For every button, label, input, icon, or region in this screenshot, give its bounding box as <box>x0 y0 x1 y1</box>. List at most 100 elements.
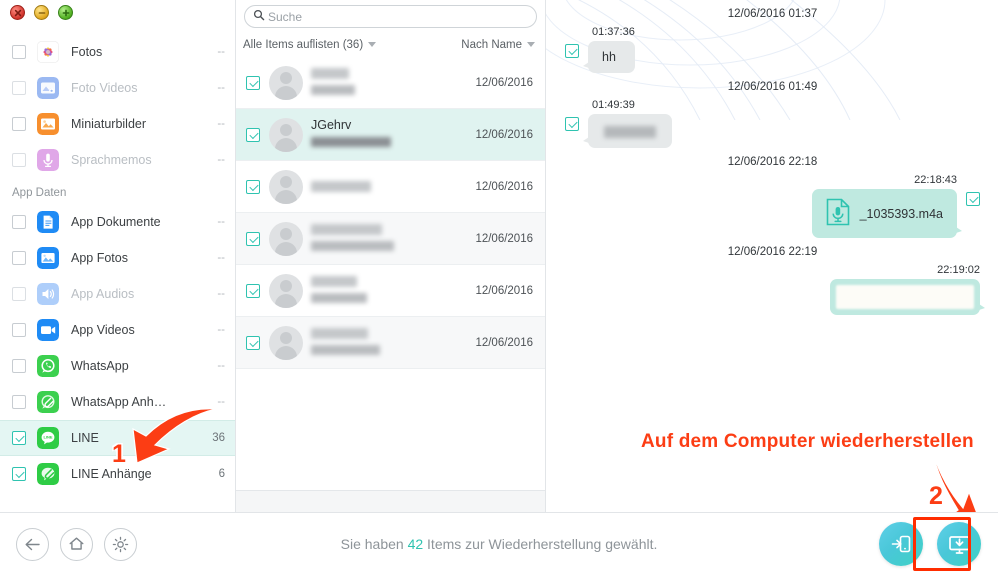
computer-restore-icon <box>948 535 970 554</box>
chat-message: 22:19:02 <box>547 264 998 315</box>
chat-date-separator: 12/06/2016 01:49 <box>727 81 818 93</box>
list-item-meta <box>311 326 467 360</box>
chat-message: 01:37:36 hh <box>547 26 998 73</box>
list-item-checkbox[interactable] <box>246 335 260 350</box>
sidebar-item-count: -- <box>217 46 225 58</box>
list-item[interactable]: 12/06/2016 <box>236 161 545 213</box>
thumbnails-icon <box>37 113 59 135</box>
list-item-checkbox[interactable] <box>246 231 260 246</box>
annotation-arrow-1 <box>125 405 220 472</box>
chat-bubble[interactable]: hh <box>583 41 635 73</box>
bottom-toolbar: Sie haben 42 Items zur Wiederherstellung… <box>0 512 998 575</box>
chat-file-name: _1035393.m4a <box>859 206 943 221</box>
list-item[interactable]: JGehrv 12/06/2016 <box>236 109 545 161</box>
chat-message-checkbox[interactable] <box>565 117 579 131</box>
chat-bubble[interactable] <box>583 114 672 148</box>
sidebar-item-label: App Fotos <box>71 251 128 265</box>
search-icon <box>253 8 265 26</box>
sidebar-checkbox[interactable] <box>12 287 26 301</box>
status-text: Sie haben 42 Items zur Wiederherstellung… <box>0 536 998 552</box>
search-box[interactable] <box>244 5 537 28</box>
audio-file-icon <box>826 198 850 229</box>
sidebar-item-label: Miniaturbilder <box>71 117 147 131</box>
sidebar-checkbox[interactable] <box>12 359 26 373</box>
sidebar-item-count: -- <box>217 154 225 166</box>
chat-message-text: hh <box>602 50 616 64</box>
list-item[interactable]: 12/06/2016 <box>236 265 545 317</box>
list-item-date: 12/06/2016 <box>475 180 533 193</box>
sidebar-item-app-audios[interactable]: App Audios -- <box>0 276 235 312</box>
sidebar-item-count: -- <box>217 82 225 94</box>
list-item-name <box>311 66 467 80</box>
chat-message-time: 01:49:39 <box>592 99 635 111</box>
sidebar-checkbox[interactable] <box>12 81 26 95</box>
search-input[interactable] <box>268 9 528 24</box>
sidebar-item-fotos[interactable]: Fotos -- <box>0 34 235 70</box>
search-area <box>236 0 545 32</box>
chat-message-checkbox[interactable] <box>565 44 579 58</box>
chat-date-separator: 12/06/2016 22:19 <box>727 246 818 258</box>
list-item-date: 12/06/2016 <box>475 336 533 349</box>
sidebar-checkbox[interactable] <box>12 45 26 59</box>
svg-text:LINE: LINE <box>43 435 52 440</box>
list-item-date: 12/06/2016 <box>475 128 533 141</box>
whatsapp-attachments-icon <box>37 391 59 413</box>
chat-message: 22:18:43 _1035393.m4a <box>547 174 998 238</box>
sidebar-item-count: -- <box>217 360 225 372</box>
sidebar-item-label: App Audios <box>71 287 135 301</box>
action-buttons <box>879 517 981 571</box>
line-attachments-icon <box>37 463 59 485</box>
sidebar-checkbox[interactable] <box>12 431 26 445</box>
list-item[interactable]: 12/06/2016 <box>236 213 545 265</box>
sidebar-item-label: Sprachmemos <box>71 153 152 167</box>
sidebar-item-whatsapp[interactable]: WhatsApp -- <box>0 348 235 384</box>
chat-message-checkbox[interactable] <box>966 192 980 206</box>
list-item-checkbox[interactable] <box>246 127 260 142</box>
sidebar-checkbox[interactable] <box>12 117 26 131</box>
avatar <box>269 117 303 152</box>
list-item-checkbox[interactable] <box>246 75 260 90</box>
chat-bubble-column: 01:49:39 <box>583 99 672 148</box>
chevron-down-icon <box>368 42 377 47</box>
sidebar-checkbox[interactable] <box>12 395 26 409</box>
restore-to-device-button[interactable] <box>879 522 923 566</box>
list-footer <box>236 490 545 512</box>
sidebar-item-foto-videos[interactable]: Foto Videos -- <box>0 70 235 106</box>
list-item-name <box>311 274 467 288</box>
sidebar-checkbox[interactable] <box>12 153 26 167</box>
device-restore-icon <box>891 535 911 553</box>
list-item-checkbox[interactable] <box>246 283 260 298</box>
list-item[interactable]: 12/06/2016 <box>236 57 545 109</box>
photo-videos-icon <box>37 77 59 99</box>
list-item-subtitle <box>311 342 467 360</box>
sidebar-item-label: App Dokumente <box>71 215 161 229</box>
list-filter-dropdown[interactable]: Alle Items auflisten (36) <box>243 39 377 51</box>
chat-message-time: 22:19:02 <box>937 264 980 276</box>
sidebar-checkbox[interactable] <box>12 215 26 229</box>
chat-bubble[interactable]: _1035393.m4a <box>811 189 963 238</box>
app-audios-icon <box>37 283 59 305</box>
sidebar-item-sprachmemos[interactable]: Sprachmemos -- <box>0 142 235 178</box>
list-item-name <box>311 222 467 236</box>
sidebar-checkbox[interactable] <box>12 467 26 481</box>
sort-filter-dropdown[interactable]: Nach Name <box>461 39 535 51</box>
sidebar-checkbox[interactable] <box>12 251 26 265</box>
chat-message-time: 22:18:43 <box>914 174 957 186</box>
status-suffix: Items zur Wiederherstellung gewählt. <box>423 536 658 552</box>
chat-image-preview <box>836 285 974 309</box>
sidebar-item-count: -- <box>217 252 225 264</box>
sidebar-item-miniaturbilder[interactable]: Miniaturbilder -- <box>0 106 235 142</box>
sidebar-item-app-videos[interactable]: App Videos -- <box>0 312 235 348</box>
sidebar-item-app-dokumente[interactable]: App Dokumente -- <box>0 204 235 240</box>
sidebar-item-app-fotos[interactable]: App Fotos -- <box>0 240 235 276</box>
list-item-checkbox[interactable] <box>246 179 260 194</box>
chat-bubble[interactable] <box>830 279 985 315</box>
sidebar-item-count: -- <box>217 118 225 130</box>
sidebar-checkbox[interactable] <box>12 323 26 337</box>
restore-to-computer-button[interactable] <box>937 522 981 566</box>
chat-bubble-column: 22:19:02 <box>830 264 985 315</box>
list-item[interactable]: 12/06/2016 <box>236 317 545 369</box>
chat-message: 01:49:39 <box>547 99 998 148</box>
conversation-list-panel: Alle Items auflisten (36) Nach Name 12/0… <box>236 0 546 512</box>
sidebar-item-label: Foto Videos <box>71 81 138 95</box>
